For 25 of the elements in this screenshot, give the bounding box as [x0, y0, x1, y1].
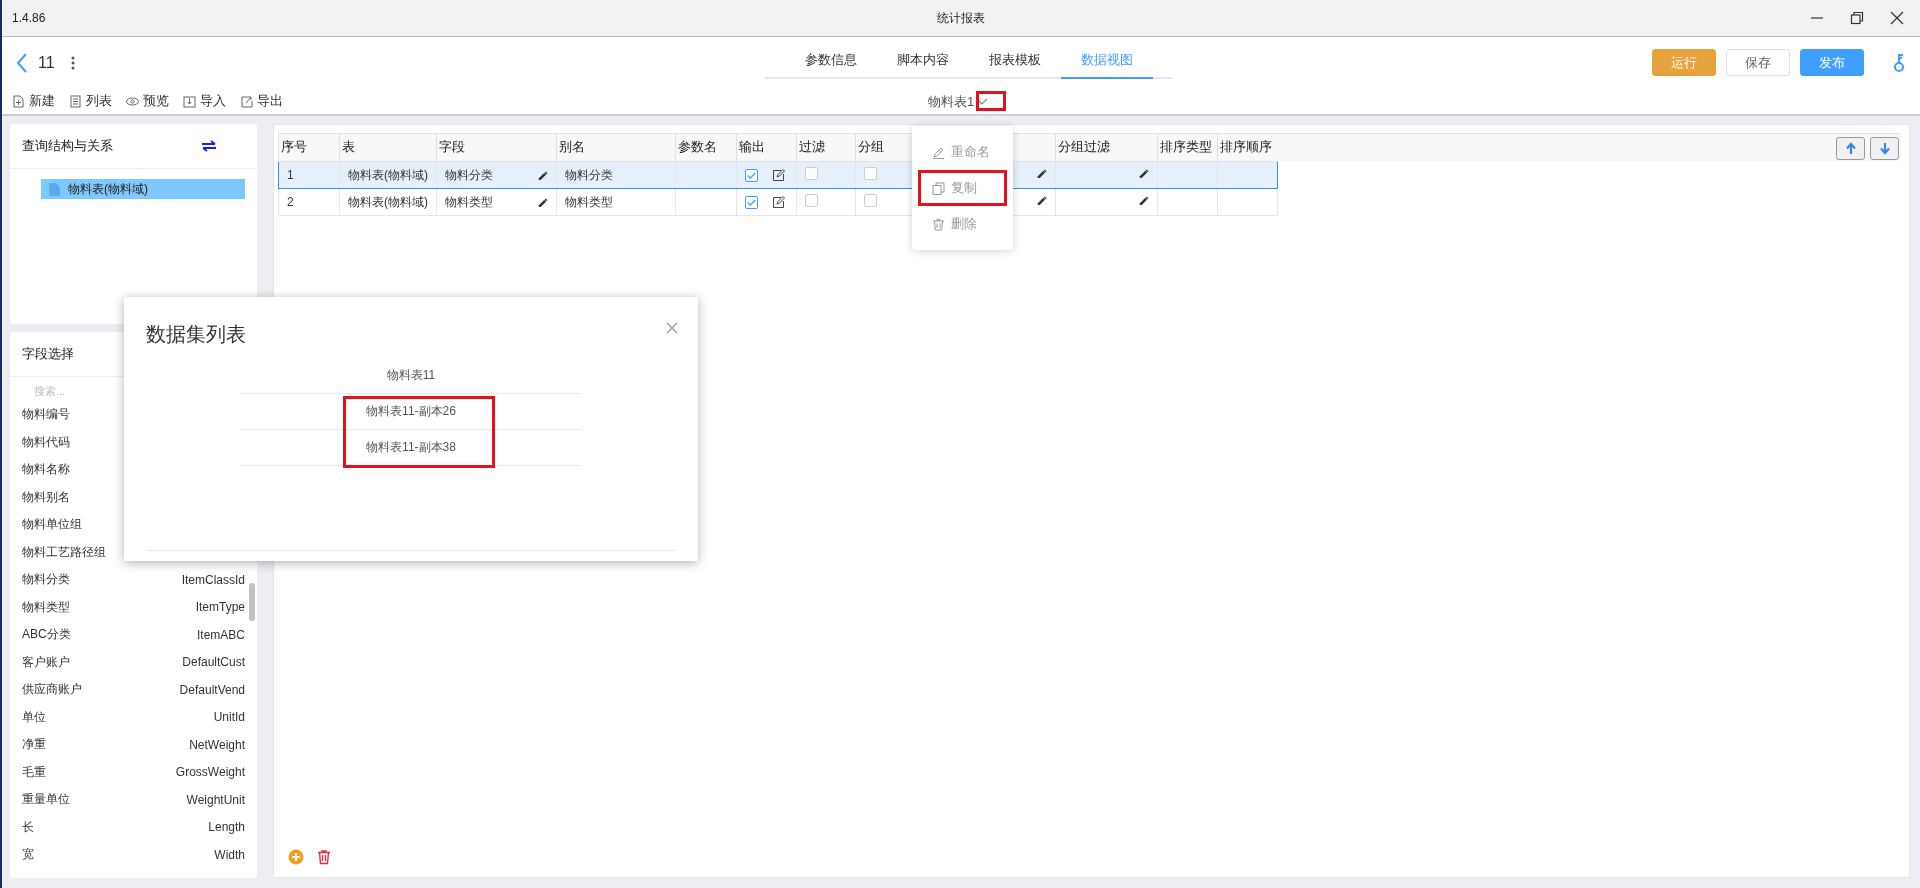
table-cell: 物料分类: [556, 161, 676, 189]
dialog-title: 数据集列表: [146, 322, 246, 347]
column-header: 排序类型: [1157, 133, 1218, 162]
column-header: 分组过滤: [1055, 133, 1158, 162]
table-cell: 物料类型: [445, 193, 493, 211]
column-header: 字段: [436, 133, 557, 162]
table-cell: 物料分类: [445, 166, 493, 184]
table-cell: 物料表(物料域): [339, 161, 437, 189]
table-cell: 2: [278, 188, 340, 216]
version-label: 1.4.86: [12, 11, 46, 25]
table-cell: 物料类型: [556, 188, 676, 216]
table-cell: 物料表(物料域): [339, 188, 437, 216]
column-header: 排序顺序: [1217, 133, 1278, 162]
tree-item-label: 物料表(物料域): [68, 180, 148, 198]
column-header: 序号: [278, 133, 340, 162]
panel-title: 字段选择: [22, 345, 74, 363]
column-header: 表: [339, 133, 437, 162]
report-name: 11: [38, 53, 55, 72]
window-title: 统计报表: [937, 9, 985, 27]
table-cell: 1: [278, 161, 340, 189]
column-header: 输出: [736, 133, 797, 162]
column-header: 过滤: [796, 133, 856, 162]
panel-title: 查询结构与关系: [22, 137, 113, 155]
column-header: 别名: [556, 133, 676, 162]
column-header: 参数名: [675, 133, 737, 162]
